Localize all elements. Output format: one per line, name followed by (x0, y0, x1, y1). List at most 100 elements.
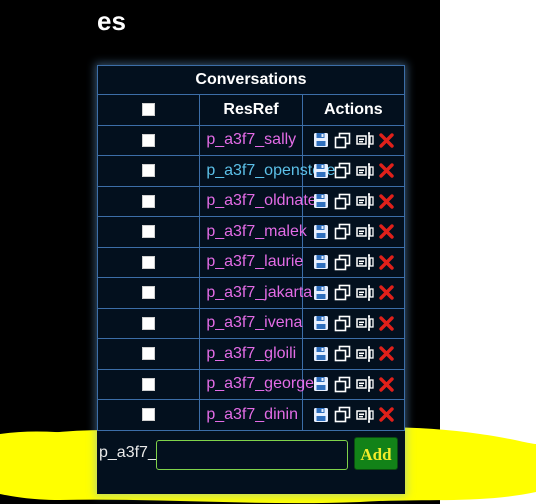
save-icon[interactable] (313, 131, 334, 148)
table-row: p_a3f7_malek (97, 216, 405, 248)
add-button[interactable]: Add (354, 437, 398, 470)
select-all-checkbox[interactable] (142, 103, 156, 117)
resref-link[interactable]: p_a3f7_dinin (199, 399, 303, 431)
row-actions (301, 216, 405, 248)
table-row: p_a3f7_oldnate (97, 185, 405, 217)
row-checkbox[interactable] (142, 347, 156, 361)
row-checkbox[interactable] (142, 377, 156, 391)
row-checkbox[interactable] (142, 255, 156, 269)
rename-icon[interactable] (355, 314, 379, 331)
resref-link[interactable]: p_a3f7_gloili (199, 338, 303, 370)
delete-icon[interactable] (378, 406, 399, 423)
rename-icon[interactable] (355, 253, 379, 270)
copy-icon[interactable] (334, 406, 356, 423)
row-checkbox[interactable] (142, 316, 156, 330)
row-actions (301, 246, 405, 278)
row-select-cell (97, 277, 201, 309)
row-select-cell (97, 124, 201, 156)
rename-icon[interactable] (355, 345, 379, 362)
table-title: Conversations (97, 65, 405, 95)
select-all-cell (97, 94, 201, 126)
resref-link[interactable]: p_a3f7_george (199, 368, 314, 400)
page-title: es (97, 6, 126, 36)
row-actions (301, 399, 405, 431)
row-select-cell (97, 368, 201, 400)
row-checkbox[interactable] (142, 225, 156, 239)
table-row: p_a3f7_gloili (97, 338, 405, 370)
resref-link[interactable]: p_a3f7_ivena (199, 307, 303, 339)
save-icon[interactable] (313, 223, 334, 240)
save-icon[interactable] (313, 375, 334, 392)
rename-icon[interactable] (355, 223, 379, 240)
delete-icon[interactable] (378, 253, 399, 270)
rename-icon[interactable] (355, 284, 379, 301)
rename-icon[interactable] (355, 375, 379, 392)
row-select-cell (97, 307, 201, 339)
table-row: p_a3f7_jakarta (97, 277, 405, 309)
row-checkbox[interactable] (142, 408, 156, 422)
conversations-table: Conversations ResRef Actions p_a3f7_sall… (97, 65, 405, 431)
row-actions (301, 338, 405, 370)
delete-icon[interactable] (378, 223, 399, 240)
row-select-cell (97, 185, 201, 217)
conversations-panel: Conversations ResRef Actions p_a3f7_sall… (97, 65, 405, 494)
rename-icon[interactable] (355, 192, 379, 209)
copy-icon[interactable] (334, 314, 356, 331)
copy-icon[interactable] (334, 192, 356, 209)
column-header-resref[interactable]: ResRef (199, 94, 303, 126)
save-icon[interactable] (313, 314, 334, 331)
delete-icon[interactable] (378, 314, 399, 331)
delete-icon[interactable] (378, 284, 399, 301)
resref-prefix: p_a3f7_ (99, 444, 157, 461)
conversations-rows: p_a3f7_sally p_a3f7_openstore p_a3f7_oldna… (97, 124, 405, 431)
row-select-cell (97, 338, 201, 370)
delete-icon[interactable] (378, 131, 399, 148)
copy-icon[interactable] (334, 131, 356, 148)
table-row: p_a3f7_sally (97, 124, 405, 156)
table-row: p_a3f7_openstore (97, 155, 405, 187)
row-actions (301, 368, 405, 400)
row-checkbox[interactable] (142, 133, 156, 147)
delete-icon[interactable] (378, 345, 399, 362)
row-actions (301, 277, 405, 309)
copy-icon[interactable] (334, 345, 356, 362)
resref-link[interactable]: p_a3f7_sally (199, 124, 303, 156)
table-row: p_a3f7_dinin (97, 399, 405, 431)
copy-icon[interactable] (334, 375, 356, 392)
resref-link[interactable]: p_a3f7_malek (199, 216, 307, 248)
row-select-cell (97, 246, 201, 278)
row-checkbox[interactable] (142, 164, 156, 178)
row-select-cell (97, 155, 201, 187)
new-resref-input[interactable] (156, 440, 348, 470)
row-select-cell (97, 216, 201, 248)
row-actions (301, 124, 405, 156)
column-header-actions: Actions (301, 94, 405, 126)
copy-icon[interactable] (334, 284, 356, 301)
copy-icon[interactable] (334, 162, 356, 179)
save-icon[interactable] (313, 192, 334, 209)
save-icon[interactable] (313, 406, 334, 423)
resref-link[interactable]: p_a3f7_openstore (199, 155, 335, 187)
copy-icon[interactable] (334, 253, 356, 270)
save-icon[interactable] (313, 345, 334, 362)
row-actions (301, 155, 405, 187)
table-row: p_a3f7_laurie (97, 246, 405, 278)
save-icon[interactable] (313, 284, 334, 301)
copy-icon[interactable] (334, 223, 356, 240)
resref-link[interactable]: p_a3f7_laurie (199, 246, 303, 278)
delete-icon[interactable] (378, 192, 399, 209)
row-checkbox[interactable] (142, 286, 156, 300)
delete-icon[interactable] (378, 162, 399, 179)
rename-icon[interactable] (355, 162, 379, 179)
save-icon[interactable] (313, 253, 334, 270)
table-row: p_a3f7_george (97, 368, 405, 400)
rename-icon[interactable] (355, 406, 379, 423)
rename-icon[interactable] (355, 131, 379, 148)
row-actions (301, 185, 405, 217)
delete-icon[interactable] (378, 375, 399, 392)
save-icon[interactable] (313, 162, 334, 179)
row-actions (301, 307, 405, 339)
resref-link[interactable]: p_a3f7_oldnate (199, 185, 317, 217)
row-checkbox[interactable] (142, 194, 156, 208)
resref-link[interactable]: p_a3f7_jakarta (199, 277, 312, 309)
